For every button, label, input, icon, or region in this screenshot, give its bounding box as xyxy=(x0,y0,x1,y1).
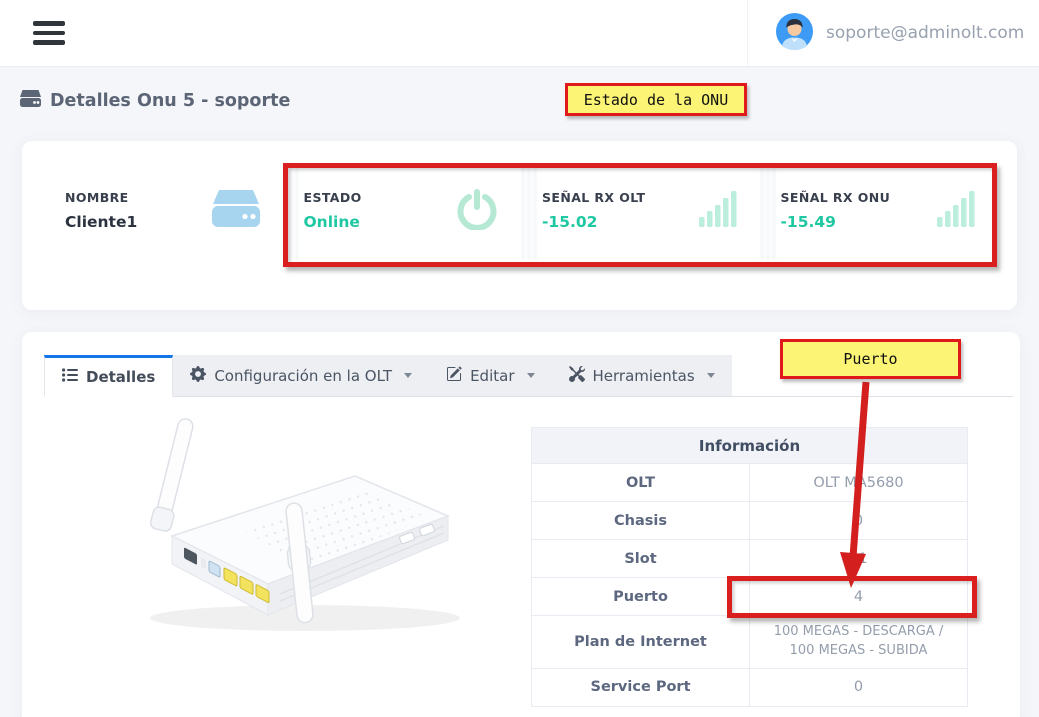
chevron-down-icon xyxy=(707,373,715,378)
row-label: Plan de Internet xyxy=(532,616,750,669)
table-header: Información xyxy=(532,428,968,464)
detail-card: Detalles Configuración en la OLT xyxy=(22,332,1020,717)
stat-label: NOMBRE xyxy=(65,190,137,205)
tab-strip: Configuración en la OLT Editar xyxy=(173,355,731,396)
table-row-service-port: Service Port 0 xyxy=(532,668,968,706)
annotation-puerto: Puerto xyxy=(780,339,961,379)
tools-icon xyxy=(569,366,585,386)
row-label: Chasis xyxy=(532,502,750,540)
annotation-estado-onu: Estado de la ONU xyxy=(565,83,747,116)
page-title: Detalles Onu 5 - soporte xyxy=(50,91,290,111)
row-value: 100 MEGAS - DESCARGA / 100 MEGAS - SUBID… xyxy=(750,616,968,669)
tab-editar[interactable]: Editar xyxy=(429,355,551,396)
tab-label: Herramientas xyxy=(593,367,695,385)
hamburger-menu-icon[interactable] xyxy=(33,21,65,45)
user-menu[interactable]: soporte@adminolt.com xyxy=(747,0,1039,66)
onu-device-icon xyxy=(20,90,41,112)
list-icon xyxy=(62,368,78,386)
tab-herramientas[interactable]: Herramientas xyxy=(552,355,732,396)
stat-nombre: NOMBRE Cliente1 xyxy=(65,190,284,231)
informacion-table: Información OLT OLT MA5680 Chasis 0 Slot… xyxy=(531,427,968,707)
tab-detalles[interactable]: Detalles xyxy=(44,355,173,397)
row-label: Service Port xyxy=(532,668,750,706)
top-navbar: soporte@adminolt.com xyxy=(0,0,1039,67)
table-row-olt: OLT OLT MA5680 xyxy=(532,464,968,502)
row-label: Puerto xyxy=(532,578,750,616)
tab-label: Editar xyxy=(470,367,514,385)
table-row-plan: Plan de Internet 100 MEGAS - DESCARGA / … xyxy=(532,616,968,669)
row-label: Slot xyxy=(532,540,750,578)
onu-product-image xyxy=(100,408,475,648)
device-icon xyxy=(212,190,260,231)
row-value: 0 xyxy=(750,502,968,540)
chevron-down-icon xyxy=(404,373,412,378)
table-row-chasis: Chasis 0 xyxy=(532,502,968,540)
annotation-highlight-puerto-value xyxy=(727,576,977,618)
tab-label: Configuración en la OLT xyxy=(214,367,392,385)
row-value: OLT MA5680 xyxy=(750,464,968,502)
annotation-highlight-status xyxy=(283,163,997,267)
row-value: 0 xyxy=(750,668,968,706)
stat-value: Cliente1 xyxy=(65,213,137,231)
edit-icon xyxy=(446,366,462,386)
page-root: soporte@adminolt.com Detalles Onu 5 - so… xyxy=(0,0,1039,717)
breadcrumb-title: Detalles Onu 5 - soporte xyxy=(20,90,290,112)
user-email: soporte@adminolt.com xyxy=(826,23,1024,43)
table-row-slot: Slot 11 xyxy=(532,540,968,578)
user-avatar xyxy=(776,13,813,54)
row-label: OLT xyxy=(532,464,750,502)
tab-label: Detalles xyxy=(86,368,155,386)
chevron-down-icon xyxy=(527,373,535,378)
gear-icon xyxy=(190,366,206,386)
row-value: 11 xyxy=(750,540,968,578)
tab-configuracion-olt[interactable]: Configuración en la OLT xyxy=(173,355,429,396)
